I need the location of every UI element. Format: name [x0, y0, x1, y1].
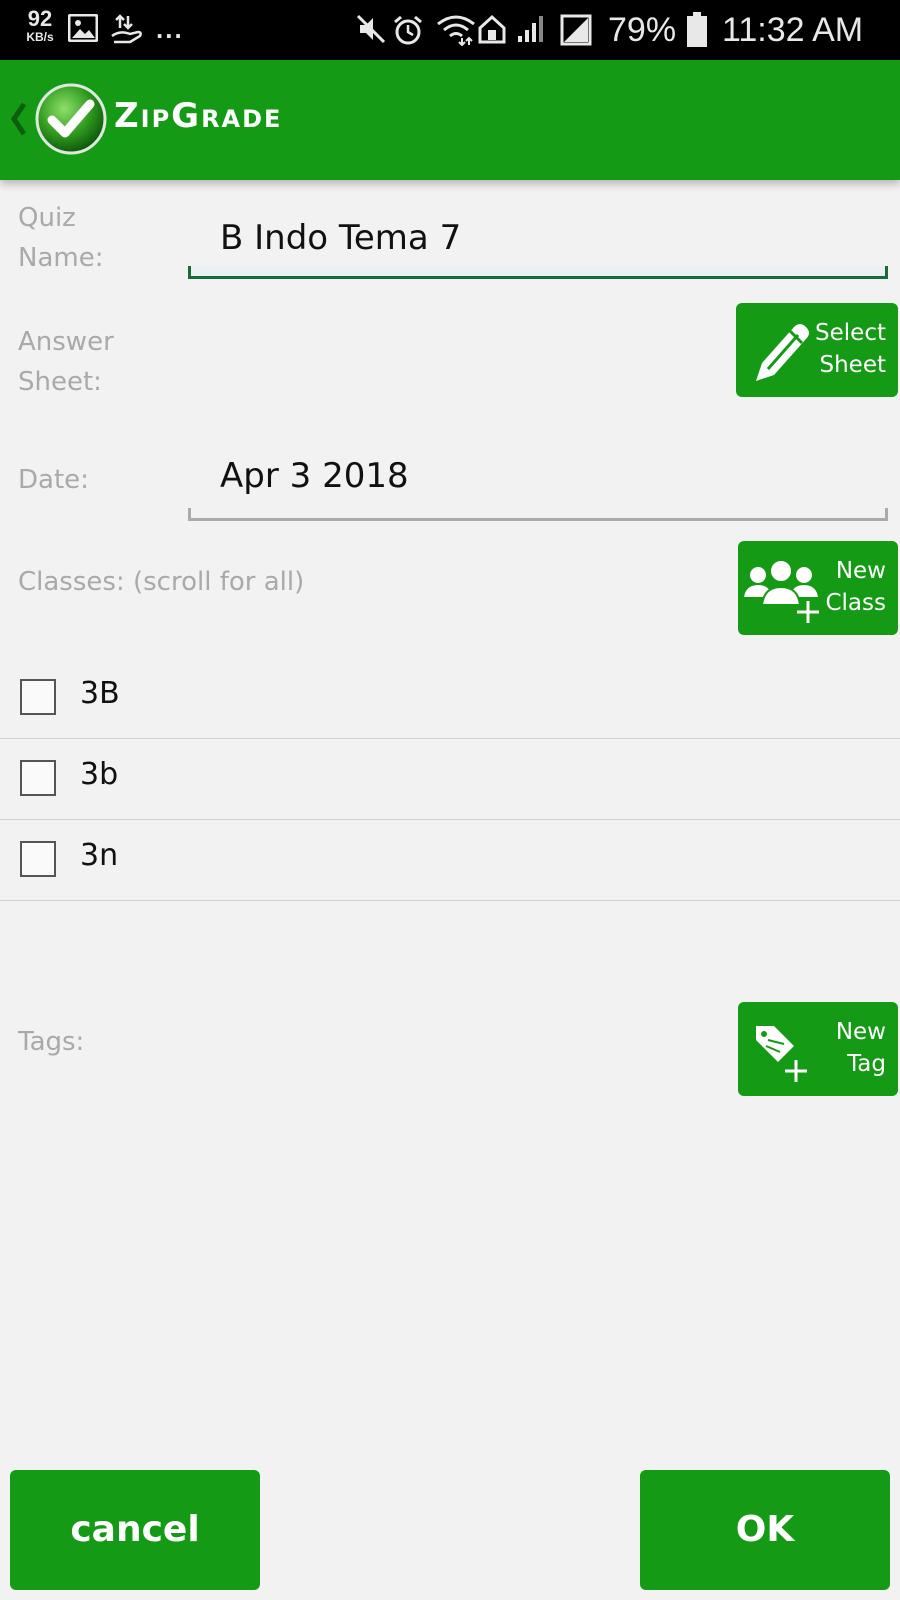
list-item[interactable]: 3b: [0, 739, 900, 820]
mute-icon: [356, 14, 386, 49]
more-notifications-icon: ...: [156, 14, 184, 44]
home-icon: [478, 14, 506, 49]
network-speed-value: 92: [27, 6, 53, 31]
date-label: Date:: [18, 465, 89, 495]
class-name: 3B: [80, 676, 120, 711]
cancel-button[interactable]: cancel: [10, 1470, 260, 1590]
zipgrade-logo-icon[interactable]: [34, 82, 108, 160]
new-tag-button[interactable]: New Tag: [738, 1002, 898, 1096]
new-tag-label: New Tag: [835, 1019, 886, 1077]
ok-button[interactable]: OK: [640, 1470, 890, 1590]
clock: 11:32 AM: [722, 11, 864, 49]
wifi-icon: [436, 14, 476, 51]
app-title: ZipGrade: [114, 96, 283, 136]
date-underline: [188, 508, 888, 521]
network-speed: 92 KB/s: [18, 6, 62, 44]
data-transfer-icon: [110, 14, 144, 49]
class-name: 3n: [80, 838, 119, 873]
class-checkbox[interactable]: [20, 760, 56, 796]
new-class-label: New Class: [825, 558, 886, 616]
class-checkbox[interactable]: [20, 841, 56, 877]
tags-label: Tags:: [18, 1027, 85, 1057]
class-name: 3b: [80, 757, 119, 792]
list-item[interactable]: 3n: [0, 820, 900, 901]
alarm-icon: [392, 14, 424, 51]
tag-add-icon: [750, 1018, 812, 1088]
classes-label: Classes: (scroll for all): [18, 567, 305, 597]
new-class-button[interactable]: New Class: [738, 541, 898, 635]
class-checkbox[interactable]: [20, 679, 56, 715]
quiz-name-label: Quiz Name:: [18, 203, 104, 273]
pencil-icon: [748, 317, 814, 389]
back-chevron-icon[interactable]: [10, 102, 28, 140]
answer-sheet-label: Answer Sheet:: [18, 327, 114, 397]
select-sheet-button[interactable]: Select Sheet: [736, 303, 898, 397]
app-bar: ZipGrade: [0, 60, 900, 180]
network-speed-unit: KB/s: [26, 30, 54, 44]
people-add-icon: [742, 553, 824, 629]
gallery-icon: [67, 13, 99, 47]
signal-icon-2: [560, 14, 592, 51]
battery-percent: 79%: [608, 11, 677, 49]
list-item[interactable]: 3B: [0, 658, 900, 739]
battery-icon: [686, 12, 708, 53]
select-sheet-label: Select Sheet: [815, 320, 886, 378]
signal-icon: [516, 14, 546, 49]
status-bar: 92 KB/s ... 79% 11:32 AM: [0, 0, 900, 60]
quiz-name-underline: [188, 266, 888, 279]
date-input[interactable]: Apr 3 2018: [220, 456, 409, 496]
quiz-name-input[interactable]: B Indo Tema 7: [220, 218, 461, 258]
